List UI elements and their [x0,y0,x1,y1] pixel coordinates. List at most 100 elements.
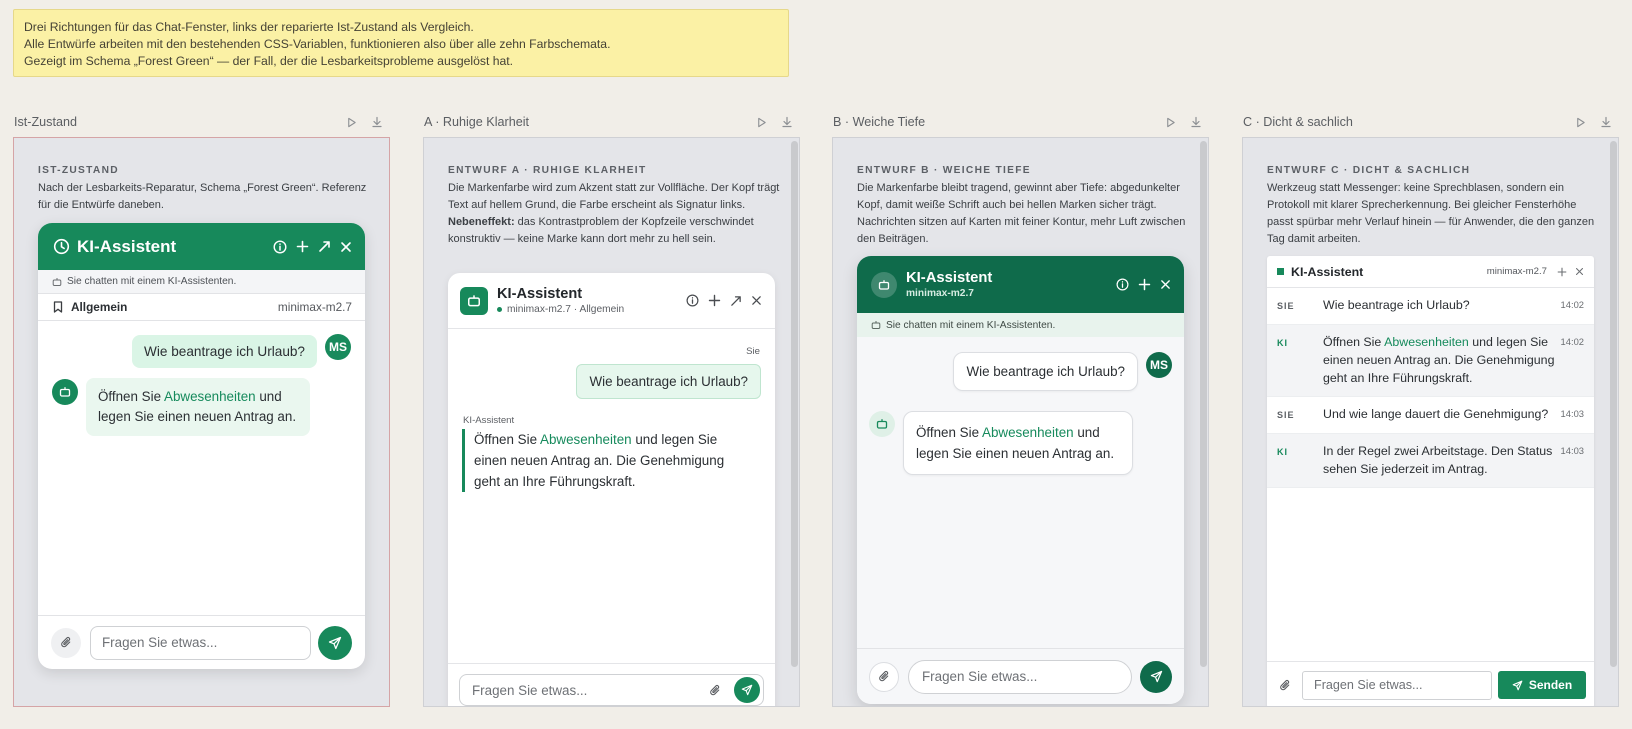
send-icon [741,684,753,696]
chat-header: KI-Assistent minimax-m2.7 [1267,256,1594,288]
frame-caption: ENTWURF C · DICHT & SACHLICH Werkzeug st… [1267,162,1600,248]
topic-bar: Allgemein minimax-m2.7 [38,294,365,321]
chat-title: KI-Assistent [77,236,177,256]
close-icon[interactable] [1575,267,1584,276]
message-input[interactable]: Fragen Sie etwas... [908,659,1132,694]
chat-title: KI-Assistent [497,286,583,302]
log-row: KI Öffnen Sie Abwesenheiten und legen Si… [1267,325,1594,397]
close-icon[interactable] [1160,279,1171,290]
info-icon[interactable] [1116,278,1129,291]
chat-title: KI-Assistent [906,270,993,286]
notice-text: Sie chatten mit einem KI-Assistenten. [67,276,237,287]
paperclip-icon[interactable] [709,684,722,697]
info-note: Drei Richtungen für das Chat-Fenster, li… [13,9,789,77]
preview-frame-c: ENTWURF C · DICHT & SACHLICH Werkzeug st… [1242,137,1619,707]
message-input[interactable]: Fragen Sie etwas... [90,625,311,660]
column-header-b: B · Weiche Tiefe [833,113,1209,131]
note-line: Drei Richtungen für das Chat-Fenster, li… [24,20,474,34]
send-icon [1150,670,1162,683]
clock-icon [53,238,70,255]
composer: Fragen Sie etwas... [448,663,775,706]
scrollbar[interactable] [1200,141,1207,667]
plus-icon[interactable] [1557,267,1567,277]
preview-frame-ist: IST-ZUSTAND Nach der Lesbarkeits-Reparat… [13,137,390,707]
robot-icon [467,294,481,306]
chat-title: KI-Assistent [1291,264,1364,279]
speaker-tag: KI [1277,338,1288,348]
ai-text: Öffnen Sie [916,425,983,440]
column-header-ist: Ist-Zustand [14,113,390,131]
absence-link[interactable]: Abwesenheiten [1384,335,1469,349]
close-icon[interactable] [751,295,762,306]
chat-subtitle: minimax-m2.7 [906,288,974,299]
chat-window: KI-Assistent minimax-m2.7 SIE Wie beantr… [1267,256,1594,706]
send-icon [1512,680,1523,690]
info-icon[interactable] [273,239,287,254]
caption-label: IST-ZUSTAND [38,165,119,176]
plus-icon[interactable] [708,294,721,307]
user-bubble: Wie beantrage ich Urlaub? [953,352,1138,391]
brand-square [1277,268,1284,275]
speaker-tag: SIE [1277,410,1295,420]
avatar: MS [325,334,351,360]
timestamp: 14:02 [1560,299,1584,310]
download-icon[interactable] [774,116,800,128]
info-icon[interactable] [686,294,699,307]
bookmark-icon [53,301,63,313]
ai-bubble: Öffnen Sie Abwesenheiten und legen Sie e… [86,378,310,436]
play-icon[interactable] [1157,117,1183,128]
notice-bar: Sie chatten mit einem KI-Assistenten. [38,270,365,294]
plus-icon[interactable] [1138,278,1151,291]
frame-caption: IST-ZUSTAND Nach der Lesbarkeits-Reparat… [38,162,371,214]
log-text: Wie beantrage ich Urlaub? [1323,298,1470,312]
column-title: C · Dicht & sachlich [1243,115,1353,129]
send-button[interactable] [1140,660,1172,693]
caption-label: ENTWURF C · DICHT & SACHLICH [1267,165,1471,176]
absence-link[interactable]: Abwesenheiten [982,425,1074,440]
caption-text: Nach der Lesbarkeits-Reparatur, Schema „… [38,182,367,211]
send-button[interactable] [318,625,352,660]
caption-label: ENTWURF B · WEICHE TIEFE [857,165,1031,176]
plus-icon[interactable] [296,240,309,253]
log-text: In der Regel zwei Arbeitstage. Den Statu… [1323,444,1553,476]
preview-frame-a: ENTWURF A · RUHIGE KLARHEIT Die Markenfa… [423,137,800,707]
scrollbar[interactable] [791,141,798,667]
speaker-tag: KI [1277,447,1288,457]
column-title: A · Ruhige Klarheit [424,115,530,129]
absence-link[interactable]: Abwesenheiten [164,389,256,404]
expand-icon[interactable] [730,295,742,307]
play-icon[interactable] [748,117,774,128]
robot-icon [52,379,78,405]
send-button[interactable]: Senden [1498,671,1586,699]
attach-button[interactable] [51,627,81,658]
scrollbar[interactable] [1610,141,1617,667]
download-icon[interactable] [364,116,390,128]
download-icon[interactable] [1183,116,1209,128]
ai-bubble: Öffnen Sie Abwesenheiten und legen Sie e… [903,411,1133,475]
preview-frame-b: ENTWURF B · WEICHE TIEFE Die Markenfarbe… [832,137,1209,707]
attach-button[interactable] [869,661,899,692]
send-button[interactable] [734,677,760,703]
message-input[interactable]: Fragen Sie etwas... [472,683,709,698]
message-input[interactable]: Fragen Sie etwas... [1302,670,1492,700]
chat-window: KI-Assistent minimax-m2.7 · Allgemein Si… [448,273,775,706]
caption-text: Die Markenfarbe bleibt tragend, gewinnt … [857,182,1186,245]
status-dot [497,307,502,312]
topic-label[interactable]: Allgemein [71,300,278,314]
composer: Fragen Sie etwas... [38,615,365,669]
absence-link[interactable]: Abwesenheiten [540,432,632,447]
play-icon[interactable] [1567,117,1593,128]
play-icon[interactable] [338,117,364,128]
brand-badge [871,271,897,298]
user-bubble: Wie beantrage ich Urlaub? [576,364,761,399]
paperclip-icon[interactable] [1279,679,1292,692]
close-icon[interactable] [340,241,352,253]
timestamp: 14:03 [1560,408,1584,419]
timestamp: 14:02 [1560,336,1584,347]
log-text: Und wie lange dauert die Genehmigung? [1323,407,1549,421]
frame-caption: ENTWURF B · WEICHE TIEFE Die Markenfarbe… [857,162,1190,248]
expand-icon[interactable] [318,240,331,253]
download-icon[interactable] [1593,116,1619,128]
chat-header: KI-Assistent minimax-m2.7 [857,256,1184,313]
robot-icon [878,279,890,290]
